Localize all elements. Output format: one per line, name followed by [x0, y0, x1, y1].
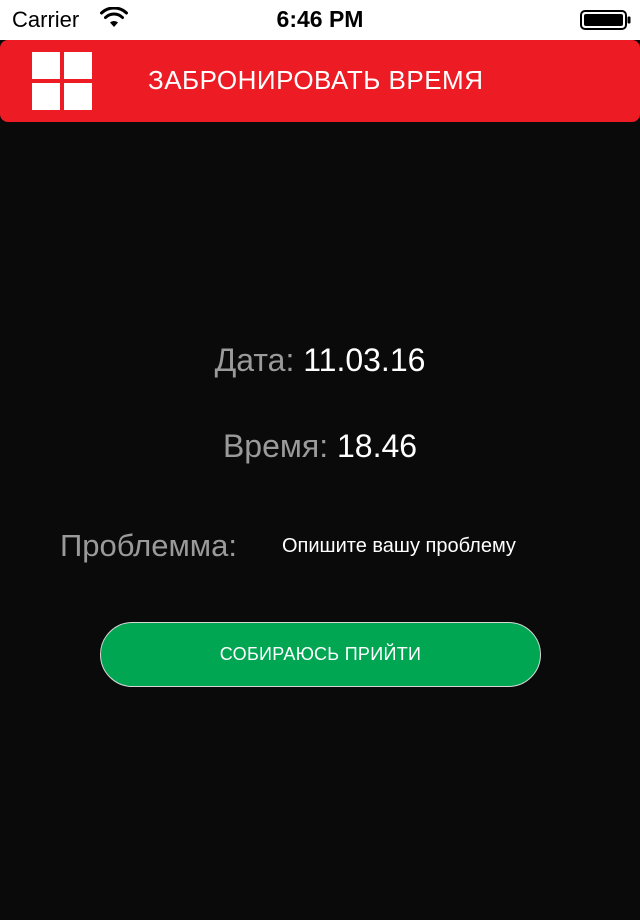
problem-label: Проблемма: — [60, 528, 237, 563]
time-value: 18.46 — [336, 428, 418, 464]
status-time: 6:46 PM — [276, 6, 364, 32]
time-label: Время: — [222, 428, 329, 464]
submit-button[interactable]: СОБИРАЮСЬ ПРИЙТИ — [100, 622, 541, 687]
page-title: ЗАБРОНИРОВАТЬ ВРЕМЯ — [148, 65, 484, 95]
grid-menu-icon[interactable] — [32, 52, 92, 110]
grid-cell — [32, 52, 60, 79]
battery-icon — [580, 10, 631, 30]
status-bar: Carrier 6:46 PM — [0, 0, 640, 40]
grid-cell — [64, 83, 92, 110]
date-value: 11.03.16 — [303, 342, 426, 378]
date-row: Дата: 11.03.16 — [0, 342, 640, 379]
app-header: ЗАБРОНИРОВАТЬ ВРЕМЯ — [0, 40, 640, 122]
grid-cell — [32, 83, 60, 110]
time-row: Время: 18.46 — [0, 428, 640, 465]
grid-cell — [64, 52, 92, 79]
problem-input[interactable] — [282, 532, 612, 560]
date-label: Дата: — [214, 342, 295, 378]
